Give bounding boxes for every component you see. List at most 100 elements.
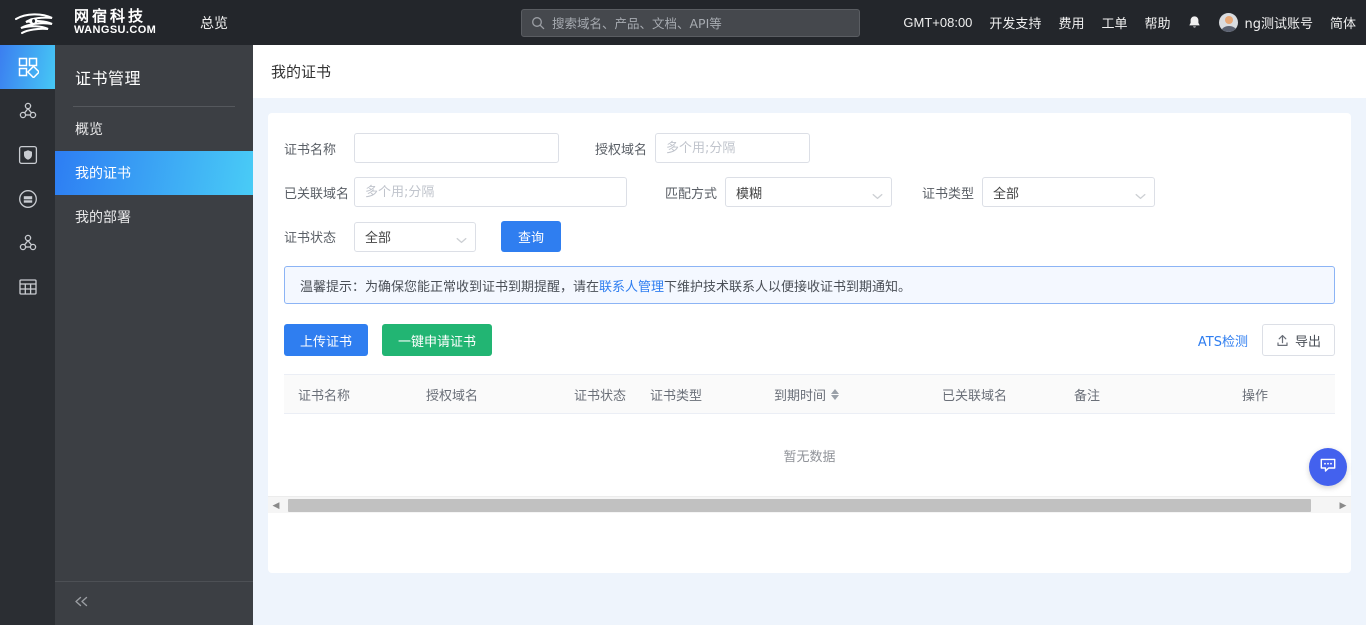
chevron-left-icon[interactable]: ◀: [270, 500, 282, 511]
wangsu-swoosh-logo-icon: [12, 8, 68, 38]
auth-domain-label: 授权域名: [595, 142, 648, 158]
account-menu[interactable]: ng测试账号: [1219, 13, 1313, 32]
upload-certificate-button[interactable]: 上传证书: [284, 324, 369, 356]
nav-overview[interactable]: 总览: [200, 13, 228, 33]
rail-item-cluster[interactable]: [0, 221, 55, 265]
certificates-card: 证书名称 授权域名 已关联域名 匹配方式 模糊 证书类型 全部: [268, 113, 1351, 573]
chevron-down-icon: [1135, 189, 1146, 199]
language-switch[interactable]: 简体: [1330, 13, 1356, 32]
match-mode-select[interactable]: 模糊: [725, 177, 893, 207]
column-label: 已关联域名: [942, 388, 1008, 404]
upload-arrow-icon: [1276, 334, 1289, 347]
rail-item-cdn-nodes[interactable]: [0, 89, 55, 133]
sidebar-item-overview[interactable]: 概览: [55, 107, 253, 151]
chat-bubble-icon: [1318, 455, 1338, 480]
match-mode-label: 匹配方式: [665, 186, 718, 202]
filter-row-3: 证书状态 全部 查询: [284, 221, 1335, 252]
rail-item-cloud-service[interactable]: [0, 177, 55, 221]
global-search[interactable]: [521, 9, 860, 37]
export-label: 导出: [1294, 334, 1321, 350]
nav-help[interactable]: 帮助: [1144, 13, 1170, 32]
cert-type-label: 证书类型: [922, 186, 975, 202]
tip-suffix: 下维护技术联系人以便接收证书到期通知。: [664, 279, 912, 295]
timezone-label: GMT+08:00: [903, 15, 973, 30]
sidebar-title: 证书管理: [75, 69, 142, 88]
table-horizontal-scrollbar[interactable]: ◀ ▶: [268, 496, 1351, 513]
cert-name-input[interactable]: [354, 133, 559, 163]
nav-billing[interactable]: 费用: [1058, 13, 1084, 32]
tip-banner: 温馨提示：为确保您能正常收到证书到期提醒，请在 联系人管理 下维护技术联系人以便…: [284, 266, 1335, 304]
ats-check-link[interactable]: ATS检测: [1198, 331, 1248, 350]
apply-certificate-button[interactable]: 一键申请证书: [382, 324, 493, 356]
sort-toggle-icon[interactable]: [831, 388, 840, 400]
column-header-remark[interactable]: 备注: [1060, 385, 1228, 404]
top-bar: 网宿科技 WANGSU.COM 总览 GMT+08:00 开发支持 费用 工单 …: [0, 0, 1366, 45]
icon-rail: [0, 45, 55, 625]
main-content: 我的证书 证书名称 授权域名 已关联域名 匹配方式 模糊 证书类型 全部: [253, 45, 1366, 625]
column-label: 操作: [1242, 388, 1269, 404]
auth-domain-input[interactable]: [655, 133, 811, 163]
cert-status-select[interactable]: 全部: [354, 221, 476, 252]
chat-support-button[interactable]: [1309, 448, 1347, 486]
bell-icon[interactable]: [1187, 15, 1202, 31]
column-label: 证书类型: [650, 388, 703, 404]
column-header-cert-type[interactable]: 证书类型: [636, 385, 760, 404]
rail-item-storage-grid[interactable]: [0, 265, 55, 309]
column-label: 授权域名: [426, 388, 479, 404]
chevron-down-icon: [872, 189, 883, 199]
table-empty-state: 暂无数据: [783, 449, 836, 465]
brand-name-cn: 网宿科技: [74, 7, 147, 25]
column-header-auth-domain[interactable]: 授权域名: [412, 385, 560, 404]
grid-squares-icon: [17, 56, 39, 78]
cert-type-value: 全部: [993, 186, 1020, 202]
chevron-double-left-icon: [73, 595, 90, 612]
chevron-down-icon: [456, 233, 467, 244]
certificates-table: 证书名称 授权域名 证书状态 证书类型 到期时间 已关联域名 备注 操作 暂无数…: [268, 374, 1351, 513]
nodes-cluster-icon: [17, 100, 39, 122]
brand-name-en: WANGSU.COM: [74, 24, 157, 36]
sidebar-collapse-button[interactable]: [55, 581, 253, 625]
sidebar-item-my-deployments[interactable]: 我的部署: [55, 195, 253, 239]
linked-domain-label: 已关联域名: [284, 186, 350, 202]
column-header-cert-name[interactable]: 证书名称: [284, 385, 412, 404]
nav-dev-support[interactable]: 开发支持: [989, 13, 1041, 32]
cubes-icon: [17, 232, 39, 254]
tip-prefix: 温馨提示：为确保您能正常收到证书到期提醒，请在: [300, 279, 600, 295]
query-button[interactable]: 查询: [501, 221, 561, 252]
search-icon: [531, 16, 545, 30]
avatar: [1219, 13, 1239, 32]
column-header-expiry-time[interactable]: 到期时间: [760, 385, 928, 404]
rail-item-security[interactable]: [0, 133, 55, 177]
cert-status-label: 证书状态: [284, 231, 337, 246]
action-bar: 上传证书 一键申请证书 ATS检测 导出: [284, 324, 1335, 356]
column-label: 证书名称: [298, 388, 351, 404]
column-label: 证书状态: [574, 388, 627, 404]
linked-domain-input[interactable]: [354, 177, 627, 207]
scrollbar-track[interactable]: [282, 498, 1337, 512]
column-header-linked-domain[interactable]: 已关联域名: [928, 385, 1060, 404]
export-button[interactable]: 导出: [1261, 324, 1335, 356]
column-header-operation[interactable]: 操作: [1228, 385, 1328, 404]
column-header-cert-status[interactable]: 证书状态: [560, 385, 636, 404]
nav-tickets[interactable]: 工单: [1101, 13, 1127, 32]
contact-management-link[interactable]: 联系人管理: [599, 276, 664, 295]
action-bar-right: ATS检测 导出: [1198, 324, 1335, 356]
cert-status-value: 全部: [365, 231, 392, 246]
filter-row-2: 已关联域名 匹配方式 模糊 证书类型 全部: [284, 177, 1335, 207]
scrollbar-thumb[interactable]: [288, 498, 1312, 512]
grid-table-icon: [17, 276, 39, 298]
page-title: 我的证书: [271, 63, 332, 81]
shield-square-icon: [17, 144, 39, 166]
rail-item-dashboard[interactable]: [0, 45, 55, 89]
table-header-row: 证书名称 授权域名 证书状态 证书类型 到期时间 已关联域名 备注 操作: [284, 374, 1335, 414]
circle-server-icon: [17, 188, 39, 210]
cert-type-select[interactable]: 全部: [982, 177, 1156, 207]
account-name: ng测试账号: [1244, 17, 1313, 32]
sidebar: 证书管理 概览 我的证书 我的部署: [55, 45, 253, 625]
brand-logo-group[interactable]: 网宿科技 WANGSU.COM: [0, 8, 190, 38]
search-input[interactable]: [552, 15, 850, 31]
chevron-right-icon[interactable]: ▶: [1337, 500, 1349, 511]
filter-row-1: 证书名称 授权域名: [284, 133, 1335, 163]
top-right-menu: GMT+08:00 开发支持 费用 工单 帮助 ng测试账号 简体: [903, 0, 1356, 45]
sidebar-item-my-certificates[interactable]: 我的证书: [55, 151, 253, 195]
